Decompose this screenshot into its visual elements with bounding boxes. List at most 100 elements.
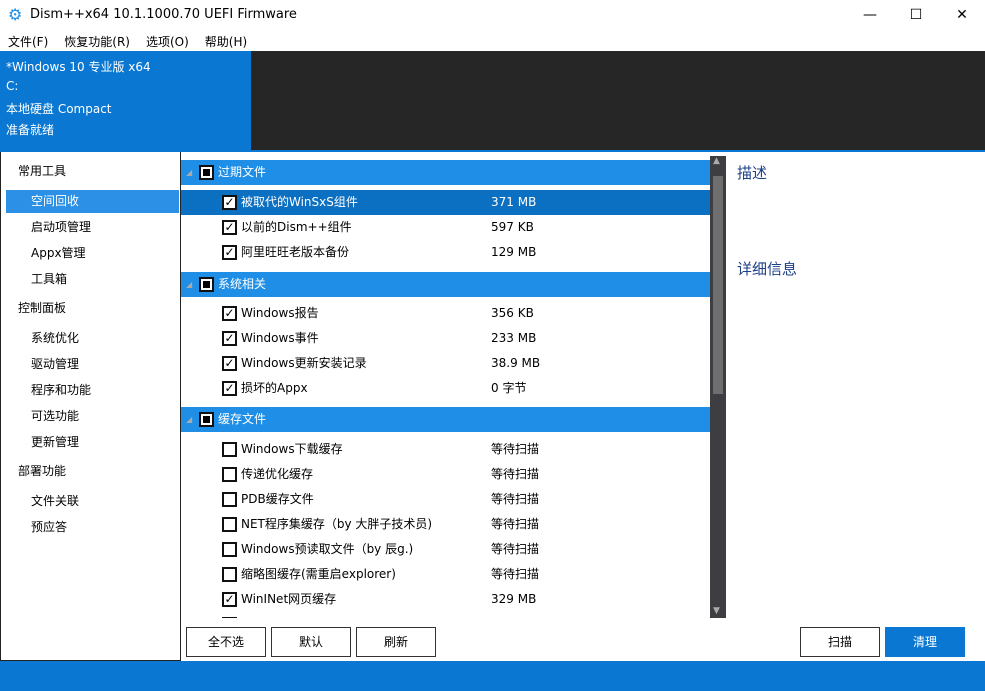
item-size: 0 字节 [491, 376, 526, 401]
group-checkbox[interactable] [199, 165, 214, 180]
menu-options[interactable]: 选项(O) [138, 30, 197, 50]
item-label: Windows更新安装记录 [241, 351, 367, 376]
item-label: NET程序集缓存（by 大胖子技术员) [241, 512, 432, 537]
menu-file[interactable]: 文件(F) [0, 30, 56, 50]
item-checkbox[interactable]: ✓ [222, 306, 237, 321]
window-title: Dism++x64 10.1.1000.70 UEFI Firmware [30, 7, 297, 22]
sidebar-item[interactable]: 预应答 [6, 516, 179, 539]
item-checkbox[interactable]: ✓ [222, 592, 237, 607]
list-item[interactable]: NET程序集缓存（by 大胖子技术员) 等待扫描 [181, 512, 710, 537]
collapse-triangle-icon[interactable]: ◢ [186, 160, 192, 185]
description-heading: 描述 [737, 162, 767, 183]
item-size: 129 MB [491, 240, 536, 265]
item-size: 等待扫描 [491, 462, 539, 487]
list-group-header[interactable]: ◢ 过期文件 [181, 160, 710, 185]
item-label: 缩略图缓存(需重启explorer) [241, 562, 396, 587]
item-size: 等待扫描 [491, 562, 539, 587]
drive-letter: C: [6, 79, 245, 100]
list-group-header[interactable]: ◢ 缓存文件 [181, 407, 710, 432]
minimize-button[interactable]: — [847, 0, 893, 30]
sidebar-item[interactable]: 文件关联 [6, 490, 179, 513]
list-item[interactable] [181, 612, 710, 618]
sidebar-item[interactable]: 更新管理 [6, 431, 179, 454]
list-item[interactable]: Windows下载缓存 等待扫描 [181, 437, 710, 462]
refresh-button[interactable]: 刷新 [356, 627, 436, 657]
item-size: 329 MB [491, 587, 536, 612]
item-label: 损坏的Appx [241, 376, 308, 401]
item-checkbox[interactable]: ✓ [222, 356, 237, 371]
list-item[interactable]: ✓ Windows事件 233 MB [181, 326, 710, 351]
list-item[interactable]: ✓ 阿里旺旺老版本备份 129 MB [181, 240, 710, 265]
list-item[interactable]: PDB缓存文件等待扫描 [181, 487, 710, 512]
sidebar-item[interactable]: 程序和功能 [6, 379, 179, 402]
scan-button[interactable]: 扫描 [800, 627, 880, 657]
group-label: 系统相关 [218, 272, 266, 297]
item-label: Windows下载缓存 [241, 437, 343, 462]
os-name: *Windows 10 专业版 x64 [6, 58, 245, 79]
sidebar-item[interactable]: 驱动管理 [6, 353, 179, 376]
sidebar-item[interactable]: Appx管理 [6, 242, 179, 265]
item-checkbox[interactable]: ✓ [222, 245, 237, 260]
maximize-button[interactable]: ☐ [893, 0, 939, 30]
system-info-panel[interactable]: *Windows 10 专业版 x64 C: 本地硬盘 Compact 准备就绪 [0, 51, 251, 150]
item-checkbox[interactable]: ✓ [222, 195, 237, 210]
scrollbar-thumb[interactable] [713, 176, 723, 394]
item-label: 阿里旺旺老版本备份 [241, 240, 349, 265]
list-item[interactable]: ✓被取代的WinSxS组件371 MB [181, 190, 710, 215]
item-size: 等待扫描 [491, 512, 539, 537]
default-button[interactable]: 默认 [271, 627, 351, 657]
item-label: WinINet网页缓存 [241, 587, 336, 612]
item-checkbox[interactable] [222, 617, 237, 618]
details-panel: 描述 详细信息 [727, 152, 985, 622]
image-list-area[interactable] [251, 51, 985, 150]
item-checkbox[interactable] [222, 517, 237, 532]
menu-help[interactable]: 帮助(H) [197, 30, 255, 50]
disk-type: 本地硬盘 Compact [6, 100, 245, 121]
item-label: 以前的Dism++组件 [241, 215, 352, 240]
collapse-triangle-icon[interactable]: ◢ [186, 407, 192, 432]
item-size: 38.9 MB [491, 351, 540, 376]
details-heading: 详细信息 [737, 258, 797, 279]
list-group-header[interactable]: ◢ 系统相关 [181, 272, 710, 297]
clean-button[interactable]: 清理 [885, 627, 965, 657]
item-label: Windows预读取文件（by 辰g.) [241, 537, 413, 562]
item-checkbox[interactable]: ✓ [222, 331, 237, 346]
group-label: 过期文件 [218, 160, 266, 185]
close-button[interactable]: ✕ [939, 0, 985, 30]
sidebar-item[interactable]: 可选功能 [6, 405, 179, 428]
app-gear-icon: ⚙ [8, 5, 22, 24]
status-text: 准备就绪 [6, 121, 245, 142]
list-item[interactable]: ✓以前的Dism++组件597 KB [181, 215, 710, 240]
group-checkbox[interactable] [199, 412, 214, 427]
item-label: Windows事件 [241, 326, 319, 351]
menu-restore[interactable]: 恢复功能(R) [56, 30, 138, 50]
sidebar-item[interactable]: 启动项管理 [6, 216, 179, 239]
list-item[interactable]: 缩略图缓存(需重启explorer) 等待扫描 [181, 562, 710, 587]
list-item[interactable]: 传递优化缓存等待扫描 [181, 462, 710, 487]
list-item[interactable]: ✓ Windows更新安装记录 38.9 MB [181, 351, 710, 376]
sidebar-item[interactable]: 系统优化 [6, 327, 179, 350]
list-item[interactable]: ✓Windows报告356 KB [181, 301, 710, 326]
item-checkbox[interactable] [222, 542, 237, 557]
item-checkbox[interactable] [222, 467, 237, 482]
item-checkbox[interactable] [222, 442, 237, 457]
scroll-down-icon[interactable]: ▼ [713, 606, 720, 616]
list-item[interactable]: Windows预读取文件（by 辰g.)等待扫描 [181, 537, 710, 562]
list-item[interactable]: ✓ 损坏的Appx 0 字节 [181, 376, 710, 401]
select-none-button[interactable]: 全不选 [186, 627, 266, 657]
collapse-triangle-icon[interactable]: ◢ [186, 272, 192, 297]
group-checkbox[interactable] [199, 277, 214, 292]
item-size: 等待扫描 [491, 487, 539, 512]
item-checkbox[interactable] [222, 567, 237, 582]
sidebar: 常用工具空间回收启动项管理Appx管理工具箱控制面板系统优化驱动管理程序和功能可… [0, 152, 181, 661]
item-checkbox[interactable] [222, 492, 237, 507]
sidebar-item[interactable]: 工具箱 [6, 268, 179, 291]
item-size: 233 MB [491, 326, 536, 351]
group-label: 缓存文件 [218, 407, 266, 432]
list-item[interactable]: ✓ WinINet网页缓存 329 MB [181, 587, 710, 612]
item-checkbox[interactable]: ✓ [222, 220, 237, 235]
sidebar-item[interactable]: 空间回收 [6, 190, 179, 213]
item-checkbox[interactable]: ✓ [222, 381, 237, 396]
item-size: 等待扫描 [491, 437, 539, 462]
scroll-up-icon[interactable]: ▲ [713, 156, 720, 166]
